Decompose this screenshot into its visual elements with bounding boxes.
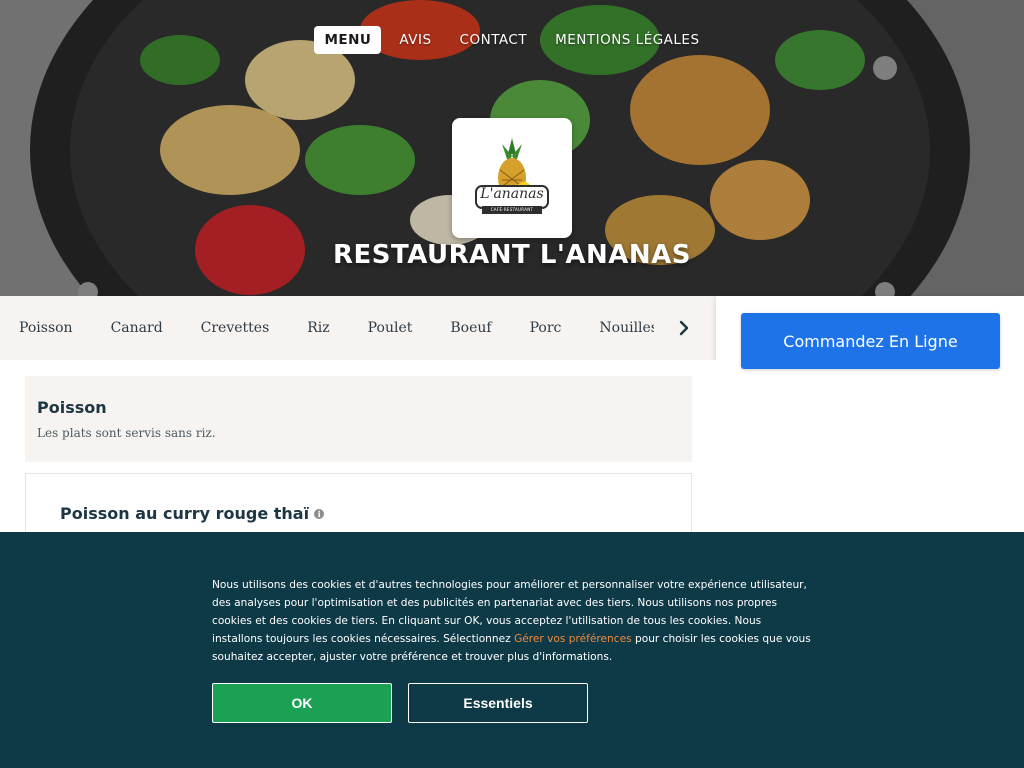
section-title: Poisson	[37, 398, 107, 417]
info-icon[interactable]: i	[314, 508, 325, 519]
nav-menu[interactable]: MENU	[314, 26, 382, 54]
nav-avis[interactable]: AVIS	[389, 26, 441, 54]
category-track: Poisson Canard Crevettes Riz Poulet Boeu…	[0, 320, 654, 336]
dish-name: Poisson au curry rouge thaï i	[60, 504, 325, 523]
chevron-right-icon[interactable]	[674, 318, 694, 338]
restaurant-logo[interactable]: L'ananas CAFÉ·RESTAURANT	[452, 118, 572, 238]
category-bar: Poisson Canard Crevettes Riz Poulet Boeu…	[0, 296, 716, 360]
hero-banner: MENU AVIS CONTACT MENTIONS LÉGALES L'ana…	[0, 0, 1024, 296]
nav-contact[interactable]: CONTACT	[450, 26, 538, 54]
category-poisson[interactable]: Poisson	[19, 320, 73, 336]
nav-mentions-legales[interactable]: MENTIONS LÉGALES	[545, 26, 709, 54]
logo-subtitle: CAFÉ·RESTAURANT	[490, 207, 534, 212]
cookie-essentials-button[interactable]: Essentiels	[408, 683, 588, 723]
category-crevettes[interactable]: Crevettes	[201, 320, 270, 336]
category-poulet[interactable]: Poulet	[368, 320, 413, 336]
pineapple-icon	[475, 138, 549, 214]
logo-wordmark: L'ananas	[480, 186, 544, 202]
category-nouilles[interactable]: Nouilles et p	[599, 320, 654, 336]
manage-preferences-link[interactable]: Gérer vos préférences	[514, 633, 632, 645]
dish-name-text: Poisson au curry rouge thaï	[60, 504, 310, 523]
cookie-ok-button[interactable]: OK	[212, 683, 392, 723]
restaurant-title: RESTAURANT L'ANANAS	[333, 240, 691, 270]
cookie-text: Nous utilisons des cookies et d'autres t…	[212, 576, 812, 666]
top-navigation: MENU AVIS CONTACT MENTIONS LÉGALES	[0, 26, 1024, 54]
section-header: Poisson Les plats sont servis sans riz.	[25, 376, 692, 462]
section-description: Les plats sont servis sans riz.	[37, 426, 216, 440]
category-riz[interactable]: Riz	[307, 320, 329, 336]
category-porc[interactable]: Porc	[530, 320, 562, 336]
category-boeuf[interactable]: Boeuf	[450, 320, 491, 336]
category-canard[interactable]: Canard	[111, 320, 163, 336]
cookie-banner: Nous utilisons des cookies et d'autres t…	[0, 532, 1024, 768]
order-online-button[interactable]: Commandez En Ligne	[741, 313, 1000, 369]
